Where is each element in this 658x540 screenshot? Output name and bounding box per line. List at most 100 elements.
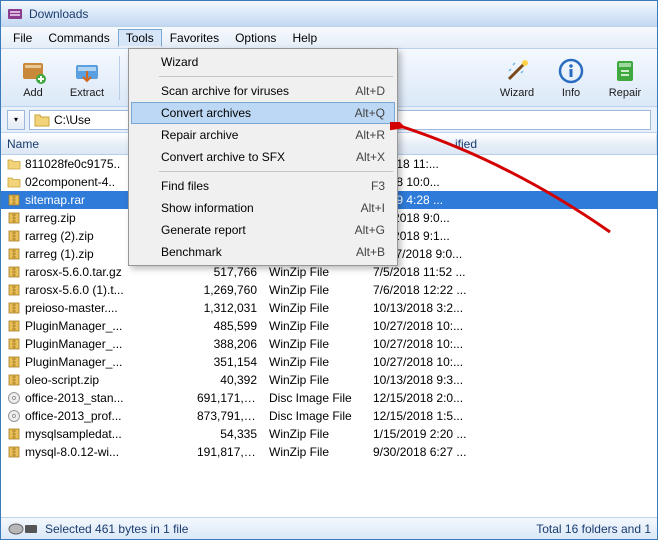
disc-icon (7, 391, 21, 405)
menu-file[interactable]: File (5, 29, 40, 47)
menu-report[interactable]: Generate reportAlt+G (131, 219, 395, 241)
file-modified: /2019 4:28 ... (367, 192, 657, 208)
file-name: mysql-8.0.12-wi... (25, 445, 119, 459)
info-icon (557, 57, 585, 85)
menu-sfx[interactable]: Convert archive to SFXAlt+X (131, 146, 395, 168)
add-label: Add (23, 87, 43, 99)
file-modified: 9/30/2018 6:27 ... (367, 444, 657, 460)
file-type: WinZip File (263, 354, 367, 370)
wizard-button[interactable]: Wizard (491, 52, 543, 104)
status-left: Selected 461 bytes in 1 file (45, 522, 188, 536)
file-modified: 0/2018 11:... (367, 156, 657, 172)
add-icon (19, 57, 47, 85)
file-type: Disc Image File (263, 390, 367, 406)
table-row[interactable]: office-2013_prof...873,791,488Disc Image… (1, 407, 657, 425)
file-modified: 10/27/2018 10:... (367, 354, 657, 370)
file-modified: /2018 10:0... (367, 174, 657, 190)
menu-favorites[interactable]: Favorites (162, 29, 227, 47)
up-button[interactable]: ▾ (7, 110, 25, 130)
arch-icon (7, 229, 21, 243)
menu-help[interactable]: Help (284, 29, 325, 47)
menu-tools[interactable]: Tools (118, 29, 162, 47)
file-type: WinZip File (263, 264, 367, 280)
file-name: rarreg (2).zip (25, 229, 94, 243)
table-row[interactable]: mysqlsampledat...54,335WinZip File1/15/2… (1, 425, 657, 443)
table-row[interactable]: PluginManager_...351,154WinZip File10/27… (1, 353, 657, 371)
disc-icon (7, 409, 21, 423)
file-name: rarreg (1).zip (25, 247, 94, 261)
menubar: File Commands Tools Favorites Options He… (1, 27, 657, 49)
folder-icon (7, 175, 21, 189)
menu-convert[interactable]: Convert archivesAlt+Q (131, 102, 395, 124)
menu-commands[interactable]: Commands (40, 29, 117, 47)
location-text: C:\Use (54, 113, 91, 127)
file-modified: 11/17/2018 9:0... (367, 246, 657, 262)
file-name: rarosx-5.6.0.tar.gz (25, 265, 122, 279)
file-name: PluginManager_... (25, 355, 122, 369)
status-right: Total 16 folders and 1 (536, 522, 651, 536)
table-row[interactable]: mysql-8.0.12-wi...191,817,844WinZip File… (1, 443, 657, 461)
file-type: WinZip File (263, 336, 367, 352)
file-modified: 7/6/2018 12:22 ... (367, 282, 657, 298)
file-type: WinZip File (263, 318, 367, 334)
statusbar: Selected 461 bytes in 1 file Total 16 fo… (1, 517, 657, 539)
extract-button[interactable]: Extract (61, 52, 113, 104)
add-button[interactable]: Add (7, 52, 59, 104)
file-size: 691,171,328 (191, 390, 263, 406)
file-name: preioso-master.... (25, 301, 118, 315)
file-size: 873,791,488 (191, 408, 263, 424)
app-icon (7, 6, 23, 22)
info-button[interactable]: Info (545, 52, 597, 104)
arch-icon (7, 247, 21, 261)
repair-button[interactable]: Repair (599, 52, 651, 104)
file-type: WinZip File (263, 372, 367, 388)
file-type: WinZip File (263, 426, 367, 442)
table-row[interactable]: PluginManager_...388,206WinZip File10/27… (1, 335, 657, 353)
file-size: 1,269,760 (191, 282, 263, 298)
arch-icon (7, 319, 21, 333)
folder-icon (34, 113, 50, 127)
menu-scan[interactable]: Scan archive for virusesAlt+D (131, 80, 395, 102)
file-modified: 10/27/2018 10:... (367, 336, 657, 352)
table-row[interactable]: rarosx-5.6.0 (1).t... 1,269,760WinZip Fil… (1, 281, 657, 299)
menu-wizard[interactable]: Wizard (131, 51, 395, 73)
file-modified: 7/5/2018 11:52 ... (367, 264, 657, 280)
file-modified: 1/15/2019 2:20 ... (367, 426, 657, 442)
file-size: 191,817,844 (191, 444, 263, 460)
repair-label: Repair (609, 87, 641, 99)
arch-icon (7, 373, 21, 387)
arch-icon (7, 301, 21, 315)
file-modified: 12/15/2018 1:5... (367, 408, 657, 424)
menu-bench[interactable]: BenchmarkAlt+B (131, 241, 395, 263)
tools-dropdown: Wizard Scan archive for virusesAlt+D Con… (128, 48, 398, 266)
file-name: 02component-4.. (25, 175, 115, 189)
file-size: 485,599 (191, 318, 263, 334)
file-size: 388,206 (191, 336, 263, 352)
folder-icon (7, 157, 21, 171)
table-row[interactable]: preioso-master.... 1,312,031WinZip File10… (1, 299, 657, 317)
file-size: 40,392 (191, 372, 263, 388)
arch-icon (7, 445, 21, 459)
menu-info[interactable]: Show informationAlt+I (131, 197, 395, 219)
table-row[interactable]: office-2013_stan...691,171,328Disc Image… (1, 389, 657, 407)
arch-icon (7, 427, 21, 441)
extract-icon (73, 57, 101, 85)
file-name: rarosx-5.6.0 (1).t... (25, 283, 124, 297)
info-label: Info (562, 87, 580, 99)
col-modified[interactable]: ified (367, 134, 657, 154)
file-modified: 10/13/2018 3:2... (367, 300, 657, 316)
menu-options[interactable]: Options (227, 29, 284, 47)
table-row[interactable]: oleo-script.zip40,392WinZip File10/13/20… (1, 371, 657, 389)
arch-icon (7, 265, 21, 279)
file-type: WinZip File (263, 282, 367, 298)
file-name: PluginManager_... (25, 319, 122, 333)
file-size: 517,766 (191, 264, 263, 280)
menu-repair[interactable]: Repair archiveAlt+R (131, 124, 395, 146)
file-type: WinZip File (263, 300, 367, 316)
table-row[interactable]: PluginManager_...485,599WinZip File10/27… (1, 317, 657, 335)
file-size: 1,312,031 (191, 300, 263, 316)
file-name: rarreg.zip (25, 211, 76, 225)
file-modified: 7/5/2018 9:1... (367, 228, 657, 244)
arch-icon (7, 193, 21, 207)
menu-find[interactable]: Find filesF3 (131, 175, 395, 197)
